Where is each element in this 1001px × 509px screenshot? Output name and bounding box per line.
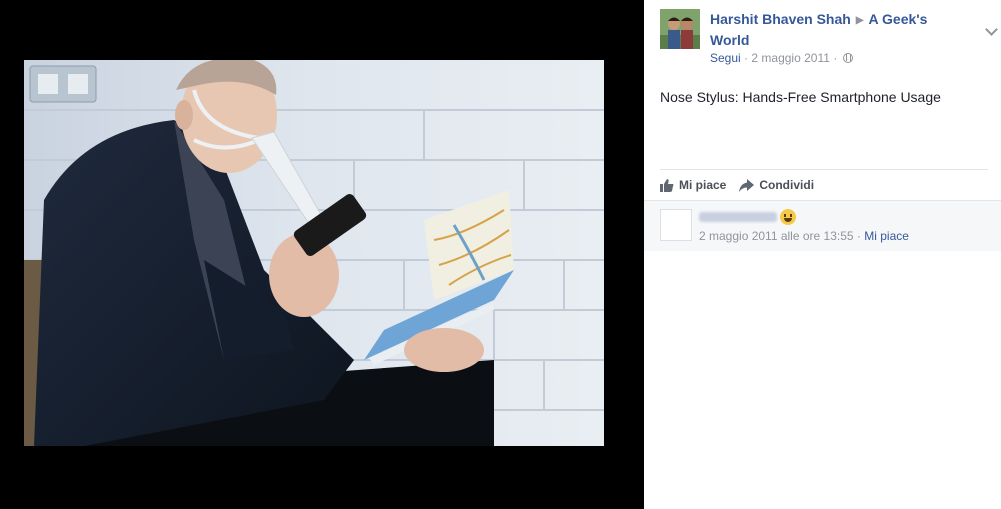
- like-button[interactable]: Mi piace: [660, 178, 726, 192]
- share-arrow-icon: [739, 178, 755, 192]
- chevron-down-icon: [985, 23, 998, 36]
- post-panel: Harshit Bhaven Shah ▶ A Geek's World Segui…: [644, 0, 1001, 509]
- author-link[interactable]: Harshit Bhaven Shah: [710, 11, 851, 27]
- avatar-photo: [660, 9, 700, 49]
- post-title: Harshit Bhaven Shah ▶ A Geek's World: [710, 10, 960, 50]
- post-date[interactable]: 2 maggio 2011: [751, 51, 830, 65]
- commenter-avatar[interactable]: [660, 209, 692, 241]
- post-actions: Mi piace Condividi: [660, 176, 827, 194]
- post-options-button[interactable]: [982, 15, 1001, 39]
- comment-separator: ·: [856, 229, 861, 243]
- arrow-right-icon: ▶: [855, 15, 864, 26]
- post-photo-image: [24, 60, 604, 446]
- post-photo[interactable]: [24, 60, 604, 446]
- post-text: Nose Stylus: Hands-Free Smartphone Usage: [660, 89, 941, 105]
- commenter-name-redacted[interactable]: [699, 212, 777, 222]
- share-button[interactable]: Condividi: [739, 178, 814, 192]
- share-label: Condividi: [759, 178, 815, 192]
- comment-like-link[interactable]: Mi piace: [864, 229, 909, 243]
- comment-body: [699, 209, 796, 225]
- divider: [660, 169, 988, 170]
- photo-viewer: [0, 0, 644, 509]
- thumbs-up-icon: [660, 179, 674, 192]
- comment-timestamp[interactable]: 2 maggio 2011 alle ore 13:55: [699, 229, 854, 243]
- meta-separator-2: ·: [833, 51, 838, 65]
- comment-meta: 2 maggio 2011 alle ore 13:55 · Mi piace: [699, 229, 909, 243]
- post-meta: Segui · 2 maggio 2011 ·: [710, 51, 853, 65]
- globe-icon[interactable]: [842, 53, 853, 63]
- follow-link[interactable]: Segui: [710, 51, 741, 65]
- grinning-emoji-icon: [780, 209, 796, 225]
- author-avatar[interactable]: [660, 9, 700, 49]
- like-label: Mi piace: [679, 178, 727, 192]
- meta-separator: ·: [744, 51, 749, 65]
- comments-section: 2 maggio 2011 alle ore 13:55 · Mi piace: [644, 200, 1001, 251]
